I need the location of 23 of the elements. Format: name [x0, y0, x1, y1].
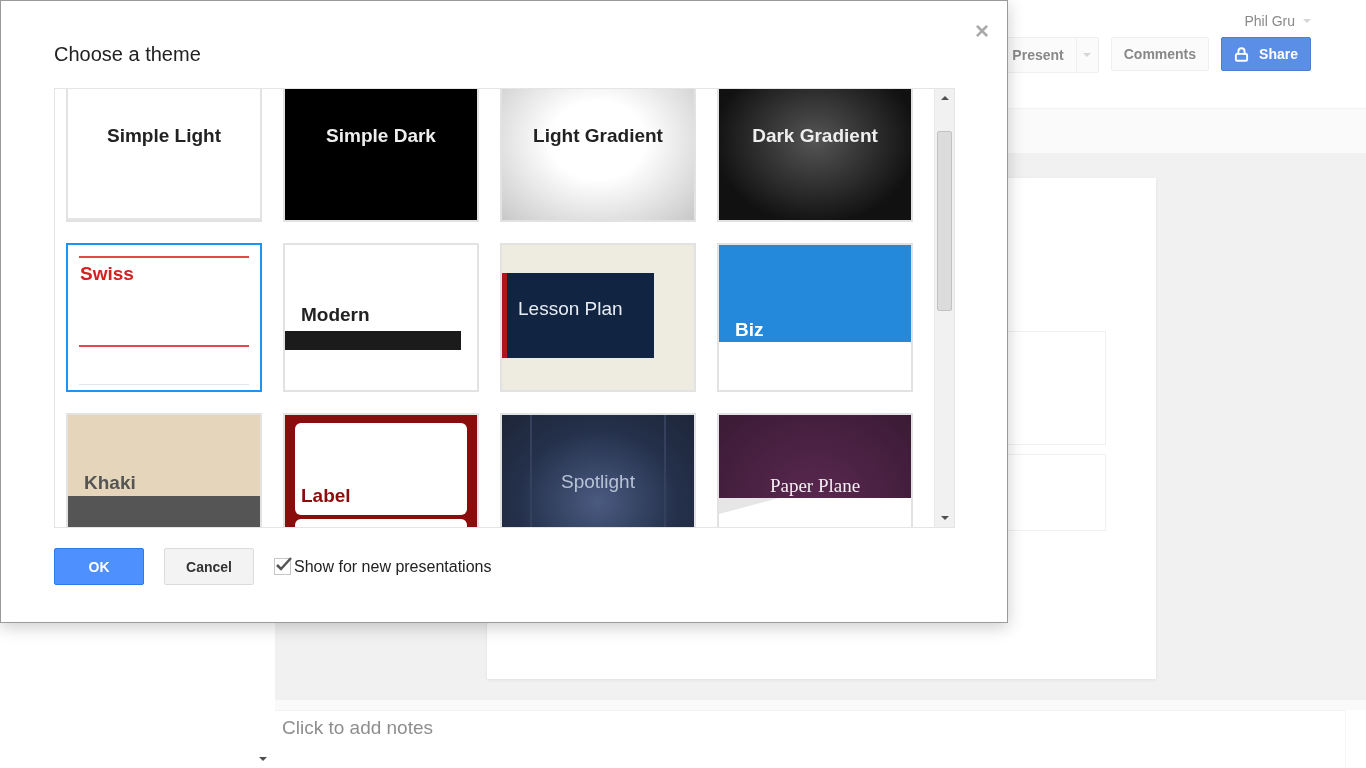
checkbox[interactable]: [274, 558, 291, 575]
scrollbar[interactable]: [934, 89, 954, 527]
lock-icon: [1234, 46, 1250, 62]
theme-thumbnail[interactable]: Swiss: [66, 243, 262, 392]
theme-thumbnail[interactable]: Simple Dark: [283, 89, 479, 222]
theme-thumbnail[interactable]: Simple Light: [66, 89, 262, 222]
theme-thumbnail[interactable]: Spotlight: [500, 413, 696, 527]
ok-button[interactable]: OK: [54, 548, 144, 585]
theme-thumbnail[interactable]: Light Gradient: [500, 89, 696, 222]
caret-icon[interactable]: [1303, 19, 1311, 23]
checkbox-label: Show for new presentations: [294, 557, 492, 576]
dialog-title: Choose a theme: [54, 43, 202, 66]
theme-thumbnail[interactable]: Modern: [283, 243, 479, 392]
cancel-button[interactable]: Cancel: [164, 548, 254, 585]
theme-thumbnail[interactable]: Label: [283, 413, 479, 527]
theme-thumbnail[interactable]: Lesson Plan: [500, 243, 696, 392]
share-button[interactable]: Share: [1221, 37, 1311, 71]
theme-thumbnail[interactable]: Biz: [717, 243, 913, 392]
theme-thumbnail[interactable]: Paper Plane: [717, 413, 913, 527]
theme-thumbnail[interactable]: Khaki: [66, 413, 262, 527]
comments-button[interactable]: Comments: [1110, 37, 1210, 71]
user-name[interactable]: Phil Gru: [1244, 13, 1295, 29]
theme-thumbnail[interactable]: Dark Gradient: [717, 89, 913, 222]
